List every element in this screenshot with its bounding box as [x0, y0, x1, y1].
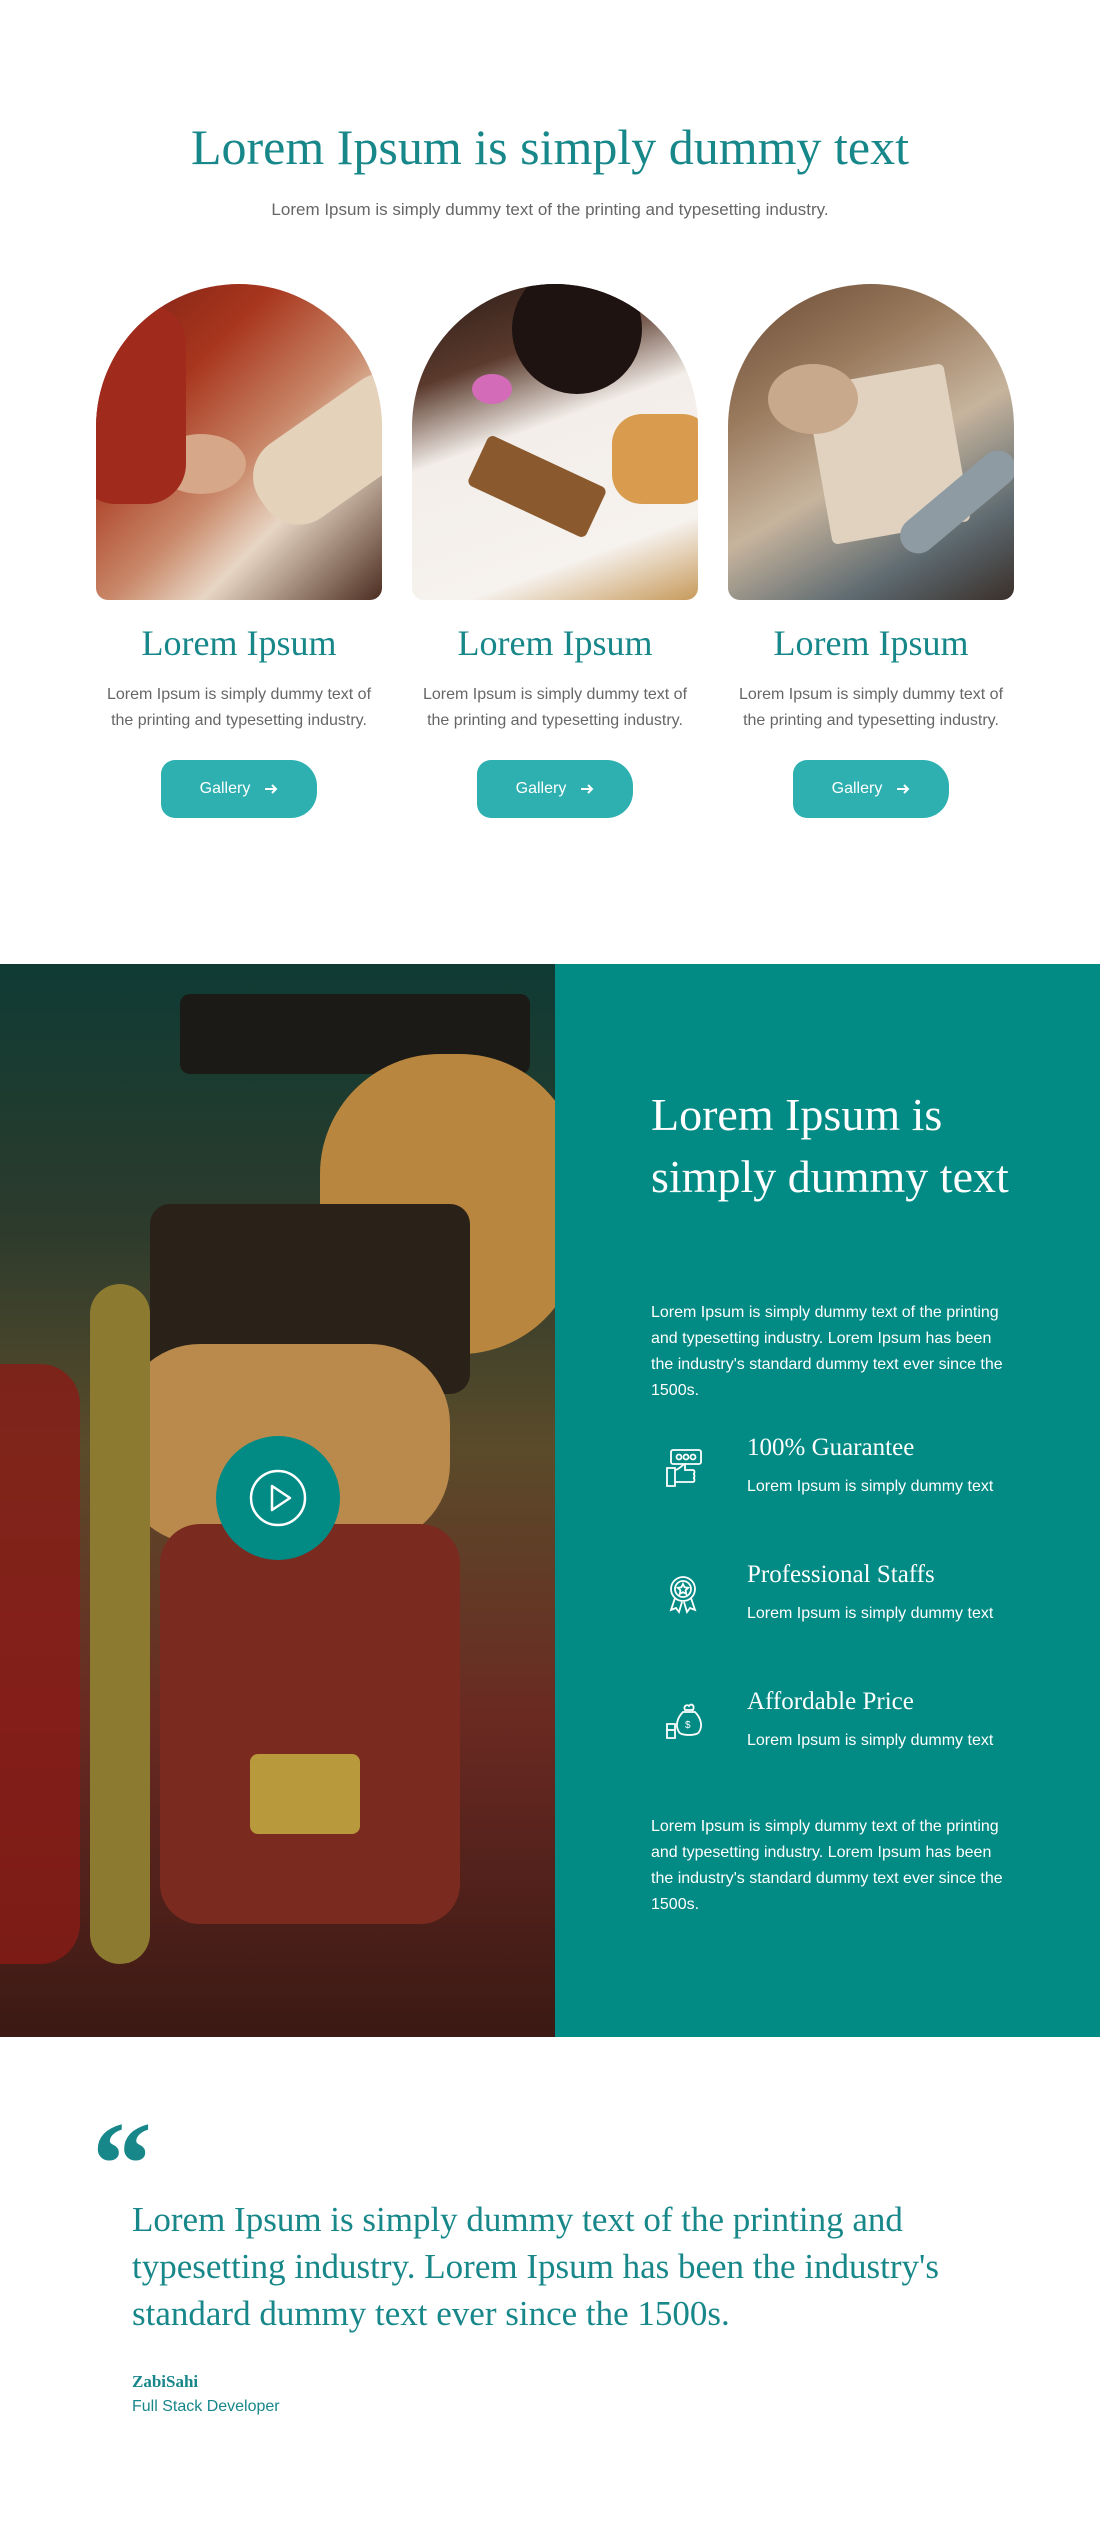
money-bag-icon: $ [666, 1703, 702, 1739]
testimonial-quote: Lorem Ipsum is simply dummy text of the … [132, 2200, 939, 2333]
svg-text:$: $ [685, 1720, 691, 1731]
testimonial-author: ZabiSahi [132, 2372, 199, 2391]
feature-item-text: Lorem Ipsum is simply dummy text [747, 1732, 994, 1749]
card-image-painting [412, 284, 698, 600]
feature-intro: Lorem Ipsum is simply dummy text of the … [651, 1304, 1003, 1399]
arrow-right-icon [897, 784, 910, 794]
feature-item: Professional Staffs Lorem Ipsum is simpl… [651, 1561, 1031, 1661]
card-title: Lorem Ipsum [141, 623, 337, 663]
feature-outro: Lorem Ipsum is simply dummy text of the … [651, 1818, 1003, 1913]
gallery-button-label: Gallery [515, 780, 567, 797]
feature-item-text: Lorem Ipsum is simply dummy text [747, 1605, 994, 1622]
card-text: Lorem Ipsum is simply dummy text of the … [106, 686, 372, 729]
card-text: Lorem Ipsum is simply dummy text of the … [738, 686, 1004, 729]
feature-item: 100% Guarantee Lorem Ipsum is simply dum… [651, 1434, 1031, 1534]
gallery-button-label: Gallery [199, 780, 251, 797]
feature-item-title: 100% Guarantee [747, 1434, 915, 1461]
video-thumbnail [0, 964, 555, 2037]
card: Lorem Ipsum Lorem Ipsum is simply dummy … [412, 284, 698, 818]
feature-item-text: Lorem Ipsum is simply dummy text [747, 1478, 994, 1495]
card-title: Lorem Ipsum [457, 623, 653, 663]
card-image-woodcarving [96, 284, 382, 600]
section-subtitle: Lorem Ipsum is simply dummy text of the … [271, 200, 829, 219]
feature-item-title: Affordable Price [747, 1688, 914, 1715]
arrow-right-icon [265, 784, 278, 794]
award-badge-icon [669, 1576, 697, 1614]
gallery-button[interactable]: Gallery [161, 760, 317, 818]
feature-section: Lorem Ipsum is simply dummy text Lorem I… [0, 964, 1100, 2037]
feature-item-title: Professional Staffs [747, 1561, 935, 1588]
card: Lorem Ipsum Lorem Ipsum is simply dummy … [728, 284, 1014, 818]
card-text: Lorem Ipsum is simply dummy text of the … [422, 686, 688, 729]
testimonial-role: Full Stack Developer [132, 2398, 280, 2415]
section-title: Lorem Ipsum is simply dummy text [190, 119, 910, 175]
gallery-button-label: Gallery [831, 780, 883, 797]
play-button[interactable] [216, 1436, 340, 1560]
card: Lorem Ipsum Lorem Ipsum is simply dummy … [96, 284, 382, 818]
feature-panel: Lorem Ipsum is simply dummy text Lorem I… [555, 964, 1100, 2037]
card-title: Lorem Ipsum [773, 623, 969, 663]
feature-title: Lorem Ipsum is simply dummy text [651, 1089, 1009, 1202]
card-image-crafting [728, 284, 1014, 600]
feature-item: $ Affordable Price Lorem Ipsum is simply… [651, 1688, 1031, 1788]
arrow-right-icon [581, 784, 594, 794]
play-icon [249, 1469, 307, 1527]
gallery-button[interactable]: Gallery [477, 760, 633, 818]
gallery-button[interactable]: Gallery [793, 760, 949, 818]
guarantee-icon [666, 1449, 702, 1487]
